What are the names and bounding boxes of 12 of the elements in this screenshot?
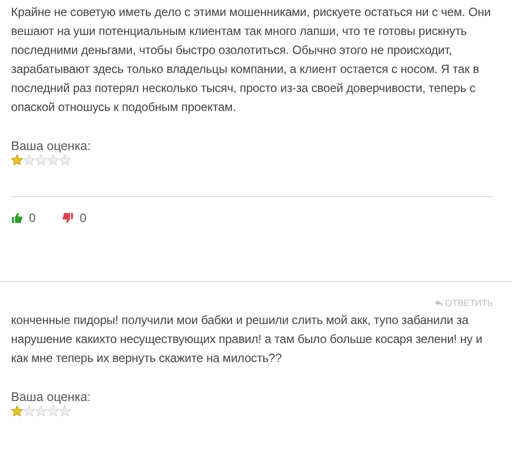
like-count: 0 <box>29 211 36 225</box>
filled-star-icon[interactable] <box>11 405 23 417</box>
filled-star-icon[interactable] <box>11 154 23 166</box>
thumbs-down-icon[interactable] <box>62 212 74 224</box>
comment-text: конченные пидоры! получили мои бабки и решили слить мой акк, тупо забанили за нарушение какихто несуществующих правил! а там было больше косаря зелени! ну и как мне теперь их вернуть скажите на милость?? <box>11 312 484 367</box>
rating-label: Ваша оценка: <box>11 139 92 154</box>
comment-text: Крайне не советую иметь дело с этими мошенниками, рискуете остаться ни с чем. Они вешают на уши потенциальным клиентам так много лапши, что те готовы рискнуть последними деньгами, чтобы быстро озолотиться. Обычно этого не происходит, зарабатывают здесь только владельцы компании, а клиент остается с носом. Я так в последний раз потерял несколько тысяч, просто из-за своей доверчивости, теперь с опаской отношусь к подобным проектам. <box>11 4 492 116</box>
thumbs-up-icon[interactable] <box>11 212 23 224</box>
reply-arrow-icon <box>435 300 444 306</box>
reply-link[interactable]: ОТВЕТИТЬ <box>435 298 493 308</box>
dislike-count: 0 <box>80 211 86 225</box>
rating-label: Ваша оценка: <box>11 390 92 405</box>
